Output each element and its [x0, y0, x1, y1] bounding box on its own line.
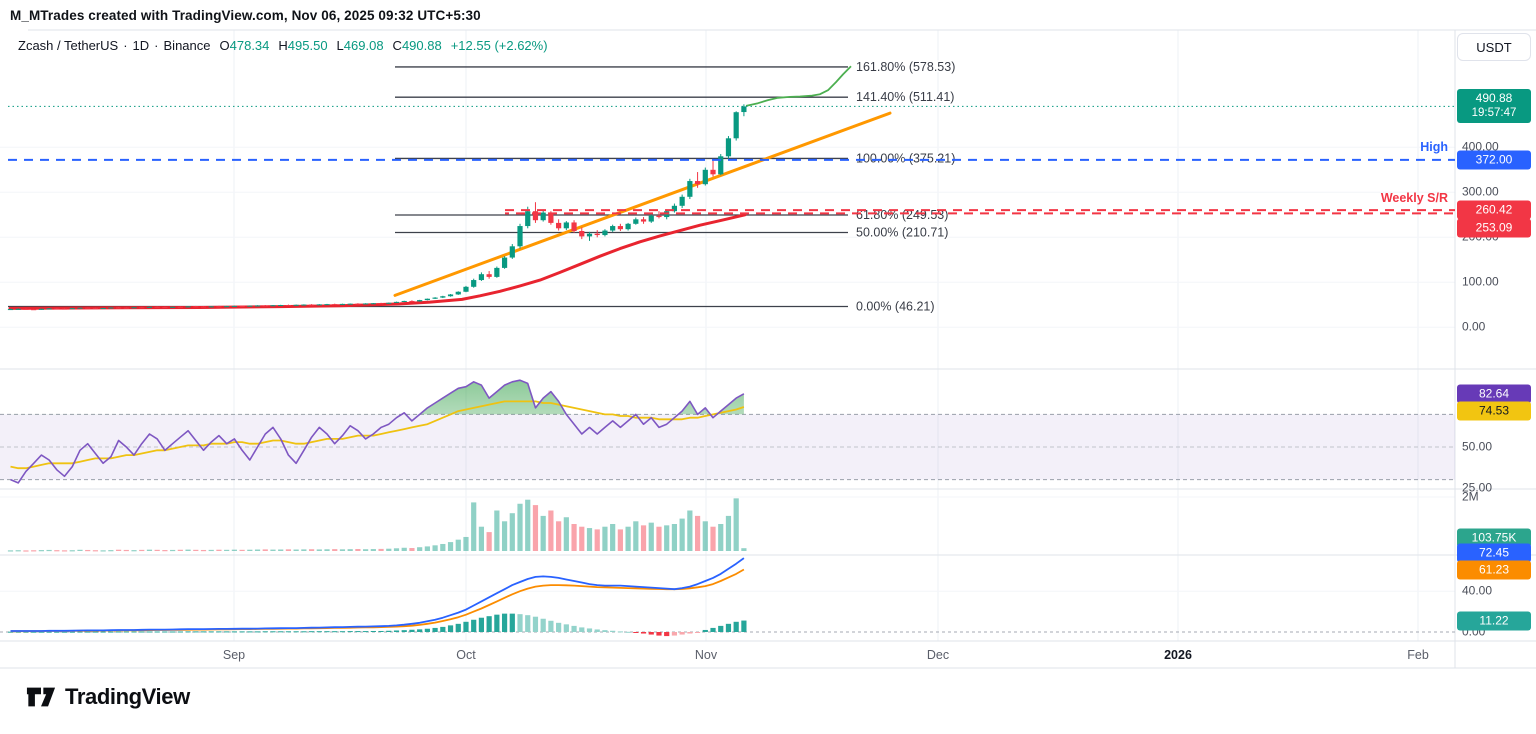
badge-rsi-ma-value: 74.53 — [1457, 402, 1531, 421]
scale-tick: 0.00 — [1462, 321, 1485, 334]
time-label-sep: Sep — [223, 648, 245, 662]
scale-tick: 50.00 — [1462, 441, 1492, 454]
red-moving-average — [10, 215, 745, 309]
badge-high-line: 372.00 — [1457, 150, 1531, 169]
time-label-nov: Nov — [695, 648, 717, 662]
tradingview-logo[interactable]: TradingView — [26, 684, 190, 710]
exchange-label: Binance — [164, 38, 211, 53]
high-letter: H — [278, 38, 287, 53]
orange-trendline[interactable] — [395, 113, 890, 295]
legend-separator: · — [154, 38, 158, 53]
svg-text:50.00% (210.71): 50.00% (210.71) — [856, 225, 948, 239]
open-letter: O — [220, 38, 230, 53]
svg-text:161.80% (578.53): 161.80% (578.53) — [856, 60, 955, 74]
scale-tick: 300.00 — [1462, 186, 1499, 199]
rsi-band — [0, 414, 1455, 479]
scale-tick: 100.00 — [1462, 276, 1499, 289]
svg-text:61.80% (249.53): 61.80% (249.53) — [856, 208, 948, 222]
symbol-legend: Zcash / TetherUS · 1D · Binance O478.34 H495.5… — [18, 38, 548, 53]
macd-indicator — [8, 558, 747, 636]
close-letter: C — [393, 38, 402, 53]
badge-macd-hist: 11.22 — [1457, 611, 1531, 630]
currency-button[interactable]: USDT — [1457, 33, 1531, 61]
tradingview-chart-export: M_MTrades created with TradingView.com, … — [0, 0, 1536, 734]
svg-text:100.00% (375.21): 100.00% (375.21) — [856, 151, 955, 165]
svg-text:141.40% (511.41): 141.40% (511.41) — [856, 90, 954, 104]
panel-separators — [0, 30, 1536, 668]
badge-weekly-sr-b: 253.09 — [1457, 219, 1531, 238]
projection-path[interactable] — [746, 66, 851, 106]
svg-text:0.00% (46.21): 0.00% (46.21) — [856, 300, 935, 314]
high-line-label: High — [1420, 140, 1448, 154]
open-value: 478.34 — [230, 38, 270, 53]
high-value: 495.50 — [288, 38, 328, 53]
low-letter: L — [337, 38, 344, 53]
badge-last-price: 490.8819:57:47 — [1457, 89, 1531, 123]
badge-macd-slow: 61.23 — [1457, 560, 1531, 579]
scale-tick: 2M — [1462, 491, 1479, 504]
time-label-feb: Feb — [1407, 648, 1429, 662]
weekly-sr-label: Weekly S/R — [1381, 191, 1448, 205]
brand-name: TradingView — [65, 684, 190, 710]
low-value: 469.08 — [344, 38, 384, 53]
chart-canvas[interactable]: 161.80% (578.53) 141.40% (511.41) 100.00% … — [0, 0, 1536, 680]
badge-weekly-sr-a: 260.42 — [1457, 201, 1531, 220]
interval-label: 1D — [133, 38, 150, 53]
scale-tick: 40.00 — [1462, 585, 1492, 598]
time-label-dec: Dec — [927, 648, 949, 662]
close-value: 490.88 — [402, 38, 442, 53]
volume-series — [8, 498, 747, 551]
time-label-2026: 2026 — [1164, 648, 1192, 662]
legend-separator: · — [123, 38, 127, 53]
tradingview-glyph — [26, 684, 56, 710]
time-label-oct: Oct — [456, 648, 475, 662]
change-value: +12.55 (+2.62%) — [451, 38, 548, 53]
symbol-name: Zcash / TetherUS — [18, 38, 118, 53]
badge-rsi-value: 82.64 — [1457, 384, 1531, 403]
